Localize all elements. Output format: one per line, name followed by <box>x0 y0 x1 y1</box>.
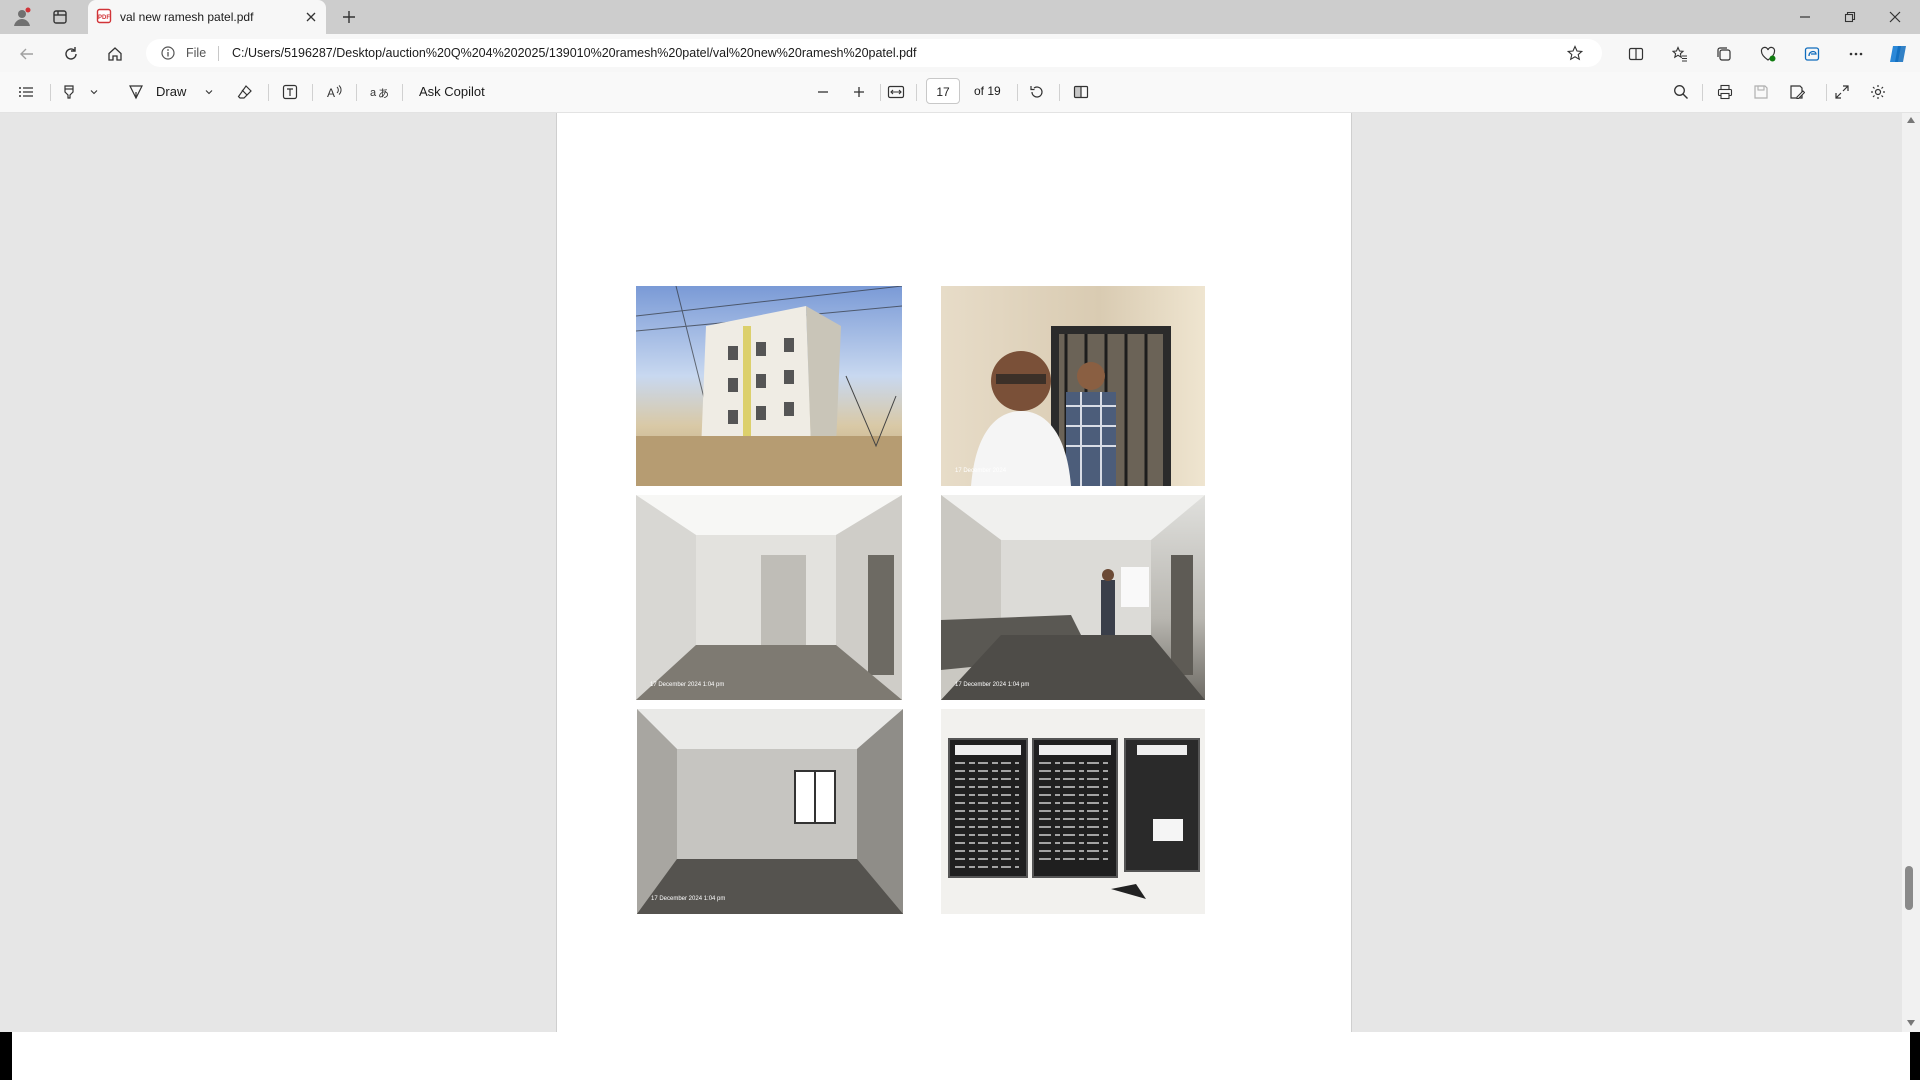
fit-to-width-icon[interactable] <box>885 82 907 102</box>
toolbar-divider <box>880 84 881 101</box>
print-icon[interactable] <box>1715 82 1735 102</box>
photo-kitchen-with-person: 17 December 2024 1:04 pm <box>941 495 1205 700</box>
svg-text:あ: あ <box>378 87 388 100</box>
toolbar-divider <box>356 84 357 101</box>
page-view-icon[interactable] <box>1071 82 1091 102</box>
info-icon[interactable] <box>160 45 176 61</box>
toolbar-divider <box>1702 84 1703 101</box>
toolbar-divider <box>1826 84 1827 101</box>
refresh-icon[interactable] <box>60 43 82 65</box>
tab-active[interactable]: PDF val new ramesh patel.pdf <box>88 0 326 34</box>
copilot-icon[interactable] <box>1885 41 1911 67</box>
translate-icon[interactable]: aあ <box>368 82 390 102</box>
scroll-down-icon[interactable] <box>1906 1018 1916 1028</box>
photo-empty-room-window: 17 December 2024 1:04 pm <box>637 709 903 914</box>
tab-strip: PDF val new ramesh patel.pdf <box>0 0 1920 34</box>
photo-timestamp: 17 December 2024 1:04 pm <box>651 896 726 902</box>
photo-persons-at-door: 17 December 2024 <box>941 286 1205 486</box>
zoom-in-icon[interactable] <box>849 82 869 102</box>
minimize-icon[interactable] <box>1790 6 1820 28</box>
toolbar-divider <box>312 84 313 101</box>
pdf-page: 17 December 2024 17 December 2024 1:04 p… <box>556 113 1352 1032</box>
home-icon[interactable] <box>104 43 126 65</box>
read-aloud-icon[interactable]: A <box>324 82 344 102</box>
rotate-icon[interactable] <box>1027 82 1047 102</box>
collections-icon[interactable] <box>1713 43 1735 65</box>
page-number-input[interactable]: 17 <box>926 78 960 104</box>
svg-text:a: a <box>370 87 377 99</box>
address-toolbar: File C:/Users/5196287/Desktop/auction%20… <box>0 34 1920 72</box>
ask-copilot-button[interactable]: Ask Copilot <box>419 84 485 99</box>
svg-text:A: A <box>327 86 335 100</box>
photo-timestamp: 17 December 2024 1:04 pm <box>955 682 1030 688</box>
toolbar-divider <box>1059 84 1060 101</box>
photo-notice-boards <box>941 709 1205 914</box>
draw-label[interactable]: Draw <box>156 84 186 99</box>
file-scheme-label: File <box>186 46 207 60</box>
favorite-star-icon[interactable] <box>1566 44 1584 62</box>
settings-icon[interactable] <box>1868 82 1888 102</box>
toolbar-divider <box>50 84 51 101</box>
toolbar-divider <box>916 84 917 101</box>
close-window-icon[interactable] <box>1880 6 1910 28</box>
scrollbar-thumb[interactable] <box>1905 866 1913 910</box>
split-screen-icon[interactable] <box>1625 43 1647 65</box>
fullscreen-icon[interactable] <box>1832 82 1852 102</box>
tab-actions-icon[interactable] <box>50 7 70 27</box>
search-icon[interactable] <box>1671 82 1691 102</box>
scroll-up-icon[interactable] <box>1906 115 1916 125</box>
toolbar-divider <box>1017 84 1018 101</box>
photo-room-with-door: 17 December 2024 1:04 pm <box>636 495 902 700</box>
tab-title: val new ramesh patel.pdf <box>120 10 254 24</box>
draw-icon[interactable] <box>126 82 146 102</box>
zoom-out-icon[interactable] <box>813 82 833 102</box>
profile-icon[interactable] <box>10 5 34 29</box>
favorites-icon[interactable] <box>1669 43 1691 65</box>
toolbar-divider <box>402 84 403 101</box>
edge-extension-icon[interactable] <box>1801 43 1823 65</box>
new-tab-icon[interactable] <box>338 6 360 28</box>
draw-dropdown-icon[interactable] <box>201 82 217 102</box>
svg-text:PDF: PDF <box>98 15 110 21</box>
save-icon[interactable] <box>1751 82 1771 102</box>
contents-icon[interactable] <box>16 82 36 102</box>
taskbar-area <box>12 1032 1910 1080</box>
close-tab-icon[interactable] <box>302 8 320 26</box>
toolbar-divider <box>268 84 269 101</box>
highlight-icon[interactable] <box>59 82 79 102</box>
omnibox[interactable]: File C:/Users/5196287/Desktop/auction%20… <box>146 39 1602 67</box>
restore-icon[interactable] <box>1835 6 1865 28</box>
url-text[interactable]: C:/Users/5196287/Desktop/auction%20Q%204… <box>232 46 916 60</box>
back-icon[interactable] <box>16 43 38 65</box>
add-text-icon[interactable] <box>280 82 300 102</box>
pdf-toolbar: Draw A aあ Ask Copilot 17 of 19 <box>0 72 1920 113</box>
photo-building-exterior <box>636 286 902 486</box>
photo-timestamp: 17 December 2024 1:04 pm <box>650 682 725 688</box>
eraser-icon[interactable] <box>235 82 255 102</box>
highlight-dropdown-icon[interactable] <box>86 82 102 102</box>
more-options-icon[interactable] <box>1845 43 1867 65</box>
pdf-viewer[interactable]: 17 December 2024 17 December 2024 1:04 p… <box>0 113 1902 1032</box>
save-as-icon[interactable] <box>1787 82 1807 102</box>
page-total-label: of 19 <box>974 84 1001 98</box>
omnibox-divider <box>218 46 219 61</box>
browser-essentials-icon[interactable] <box>1757 43 1779 65</box>
pdf-file-icon: PDF <box>96 8 112 24</box>
photo-timestamp: 17 December 2024 <box>955 468 1007 474</box>
